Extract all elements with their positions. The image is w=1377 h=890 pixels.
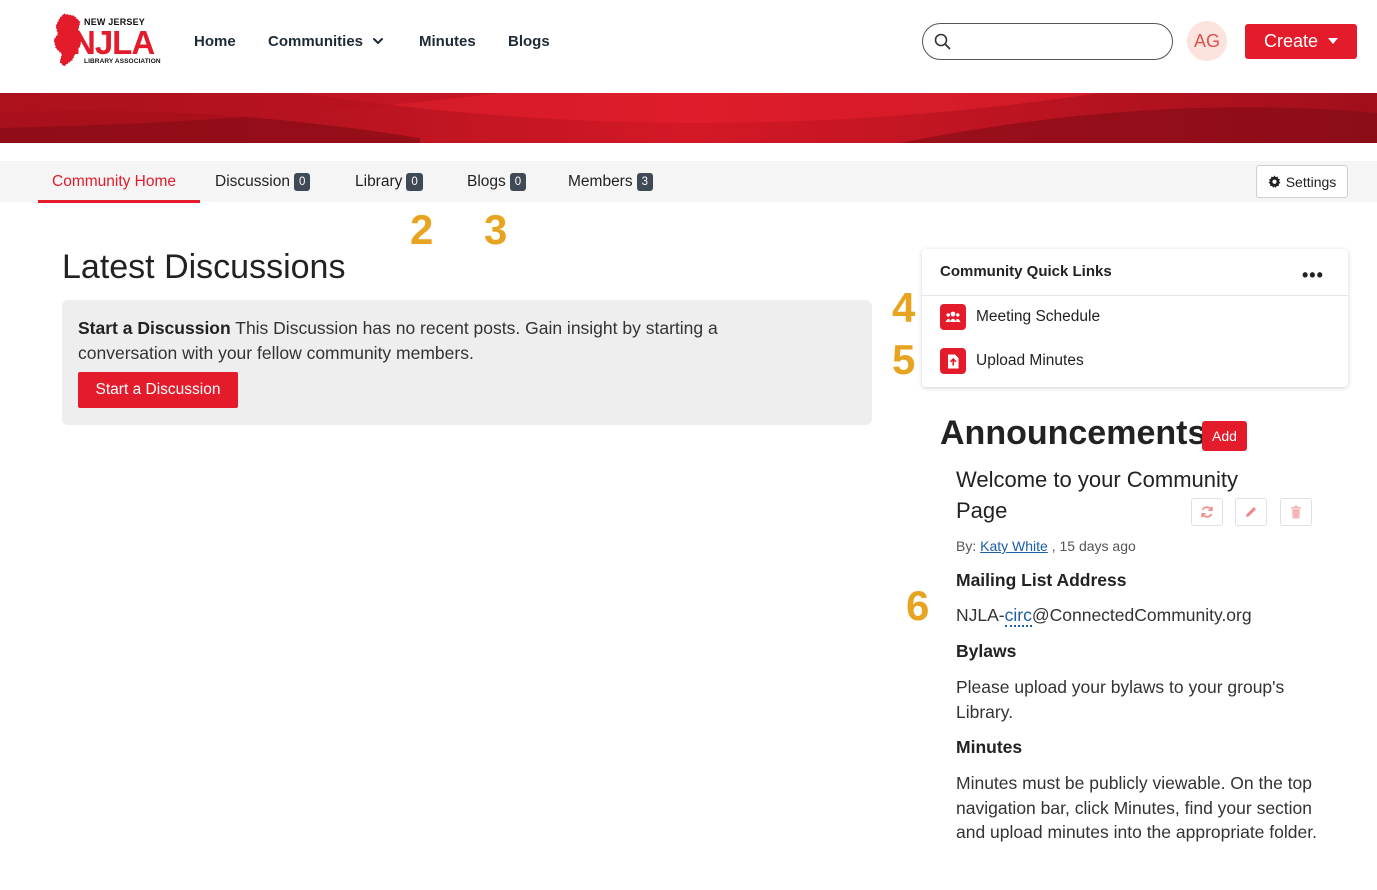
quick-link-meeting-schedule[interactable]: Meeting Schedule — [940, 304, 1100, 330]
quick-link-label: Meeting Schedule — [976, 308, 1101, 325]
bylaws-heading: Bylaws — [956, 641, 1017, 661]
tab-blogs[interactable]: Blogs 0 — [467, 161, 527, 202]
create-button-label: Create — [1263, 31, 1319, 51]
tab-discussion-label: Discussion — [215, 172, 290, 190]
start-discussion-text: Start a Discussion This Discussion has n… — [78, 316, 798, 366]
minutes-heading: Minutes — [956, 737, 1023, 757]
annotation-5: 5 — [892, 336, 916, 383]
tab-library[interactable]: Library 0 — [355, 161, 423, 202]
nav-blogs[interactable]: Blogs — [508, 0, 550, 82]
add-announcement-button[interactable]: Add — [1202, 421, 1247, 451]
mailing-list-address: NJLA-circ@ConnectedCommunity.org — [956, 603, 1326, 628]
quick-links-title: Community Quick Links — [940, 263, 1112, 280]
start-discussion-button[interactable]: Start a Discussion — [78, 372, 238, 408]
caret-down-icon — [1328, 37, 1339, 44]
more-options-icon[interactable]: ••• — [1302, 265, 1324, 286]
nav-communities[interactable]: Communities — [268, 0, 385, 82]
chevron-down-icon — [373, 38, 384, 44]
annotation-6: 6 — [906, 582, 930, 629]
search-icon — [934, 33, 951, 50]
gear-icon — [1268, 175, 1281, 188]
quick-link-label: Upload Minutes — [976, 352, 1084, 369]
divider — [922, 295, 1348, 296]
njla-logo[interactable]: NEW JERSEY NJLA LIBRARY ASSOCIATION — [50, 12, 165, 70]
create-button[interactable]: Create — [1245, 24, 1357, 59]
edit-button[interactable] — [1235, 498, 1267, 526]
community-quick-links-card: Community Quick Links ••• Meeting Schedu… — [922, 249, 1348, 387]
nav-minutes-label: Minutes — [419, 32, 476, 50]
annotation-2: 2 — [410, 206, 434, 253]
nav-communities-label: Communities — [268, 32, 364, 50]
refresh-icon — [1201, 506, 1213, 518]
byline-suffix: , 15 days ago — [1047, 538, 1136, 554]
refresh-button[interactable] — [1191, 498, 1223, 526]
author-link[interactable]: Katy White — [980, 538, 1048, 554]
community-tabs: Community Home Discussion 0 Library 0 Bl… — [0, 161, 1377, 202]
users-icon — [940, 304, 966, 330]
blogs-count-badge: 0 — [509, 172, 527, 191]
quick-link-upload-minutes[interactable]: Upload Minutes — [940, 348, 1084, 374]
tab-blogs-label: Blogs — [467, 172, 506, 190]
nav-home[interactable]: Home — [194, 0, 236, 82]
members-count-badge: 3 — [636, 172, 654, 191]
byline-prefix: By: — [956, 538, 981, 554]
announcements-heading: Announcements — [940, 414, 1207, 452]
annotation-3: 3 — [484, 206, 508, 253]
latest-discussions-heading: Latest Discussions — [62, 248, 346, 286]
tab-members-label: Members — [568, 172, 633, 190]
tab-library-label: Library — [355, 172, 403, 190]
pencil-icon — [1246, 507, 1256, 517]
avatar[interactable]: AG — [1187, 21, 1227, 61]
search-input[interactable] — [959, 28, 1159, 54]
discussion-count-badge: 0 — [293, 172, 311, 191]
announcement-title[interactable]: Welcome to your Community Page — [956, 464, 1276, 526]
trash-icon — [1291, 505, 1301, 519]
active-tab-indicator — [38, 200, 200, 203]
mailing-list-heading: Mailing List Address — [956, 570, 1127, 590]
library-count-badge: 0 — [406, 172, 423, 191]
logo-main-text: NJLA — [72, 24, 155, 61]
nav-minutes[interactable]: Minutes — [419, 0, 476, 82]
nav-blogs-label: Blogs — [508, 32, 550, 50]
settings-button[interactable]: Settings — [1256, 165, 1348, 198]
tab-members[interactable]: Members 3 — [568, 161, 654, 202]
annotation-4: 4 — [892, 284, 916, 331]
tab-discussion[interactable]: Discussion 0 — [215, 161, 311, 202]
settings-button-label: Settings — [1285, 173, 1337, 190]
logo-bottom-text: LIBRARY ASSOCIATION — [84, 58, 161, 65]
top-header: NEW JERSEY NJLA LIBRARY ASSOCIATION Home… — [0, 0, 1377, 93]
mailing-prefix: NJLA- — [956, 605, 1005, 625]
file-upload-icon — [940, 348, 966, 374]
community-banner — [0, 93, 1377, 143]
announcement-byline: By: Katy White , 15 days ago — [956, 538, 1136, 554]
nav-home-label: Home — [194, 32, 236, 50]
search-box — [922, 23, 1173, 60]
minutes-text: Minutes must be publicly viewable. On th… — [956, 773, 1317, 842]
tab-community-home[interactable]: Community Home — [52, 161, 176, 202]
bylaws-text: Please upload your bylaws to your group'… — [956, 677, 1285, 722]
start-discussion-panel: Start a Discussion This Discussion has n… — [62, 300, 872, 425]
mailing-link[interactable]: circ — [1004, 605, 1032, 627]
mailing-suffix: @ConnectedCommunity.org — [1031, 605, 1252, 625]
tab-community-home-label: Community Home — [52, 172, 177, 190]
start-discussion-bold: Start a Discussion — [78, 318, 231, 338]
delete-button[interactable] — [1280, 498, 1312, 526]
